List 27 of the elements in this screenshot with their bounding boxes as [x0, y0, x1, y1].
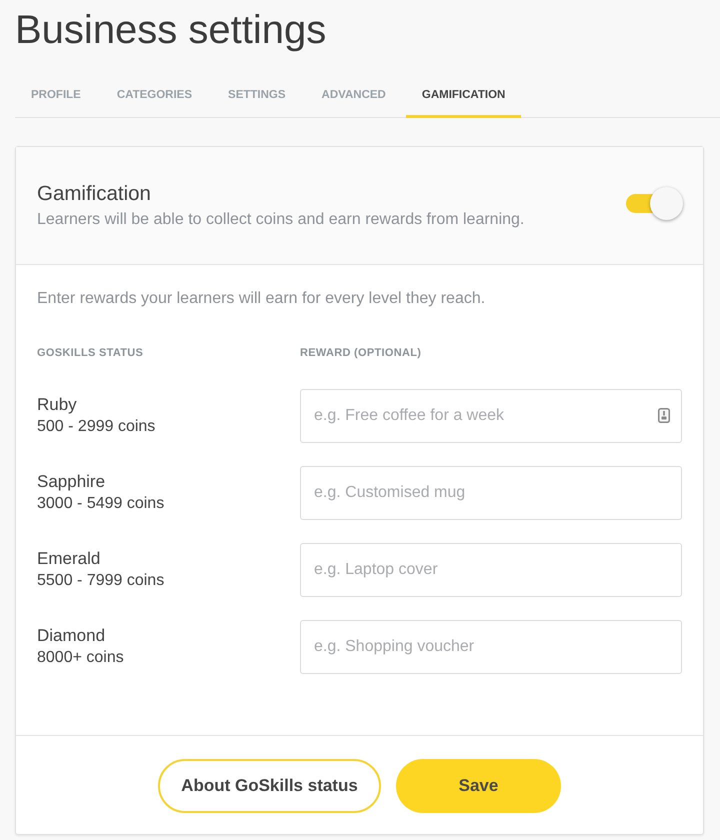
column-header: GOSKILLS STATUS: [37, 346, 144, 361]
reward-input[interactable]: e.g. Customised mug: [300, 466, 682, 520]
coin-range: 8000+ coins: [37, 648, 124, 668]
save-button[interactable]: Save: [396, 758, 561, 812]
tab[interactable]: CATEGORIES: [100, 74, 208, 118]
exclamation-box-icon[interactable]: [658, 408, 670, 423]
status-name: Diamond: [37, 625, 106, 647]
reward-input[interactable]: e.g. Free coffee for a week: [300, 389, 682, 443]
gamification-toggle[interactable]: [626, 187, 683, 220]
about-button[interactable]: About GoSkills status: [158, 758, 381, 812]
tab[interactable]: PROFILE: [15, 74, 97, 118]
coin-range: 5500 - 7999 coins: [37, 571, 164, 591]
page-title: Business settings: [15, 7, 326, 54]
tab[interactable]: SETTINGS: [212, 74, 302, 118]
instructions-text: Enter rewards your learners will earn for every level they reach.: [37, 289, 486, 309]
coin-range: 3000 - 5499 coins: [37, 494, 164, 514]
reward-input[interactable]: e.g. Shopping voucher: [300, 620, 682, 674]
column-header: REWARD (OPTIONAL): [300, 346, 422, 361]
tab[interactable]: GAMIFICATION: [406, 74, 522, 118]
coin-range: 500 - 2999 coins: [37, 417, 156, 437]
status-name: Ruby: [37, 394, 77, 416]
tab[interactable]: ADVANCED: [306, 74, 402, 118]
status-name: Emerald: [37, 548, 100, 570]
reward-input[interactable]: e.g. Laptop cover: [300, 543, 682, 597]
section-title: Gamification: [37, 180, 151, 206]
status-name: Sapphire: [37, 471, 106, 493]
section-description: Learners will be able to collect coins and earn rewards from learning.: [37, 210, 524, 230]
